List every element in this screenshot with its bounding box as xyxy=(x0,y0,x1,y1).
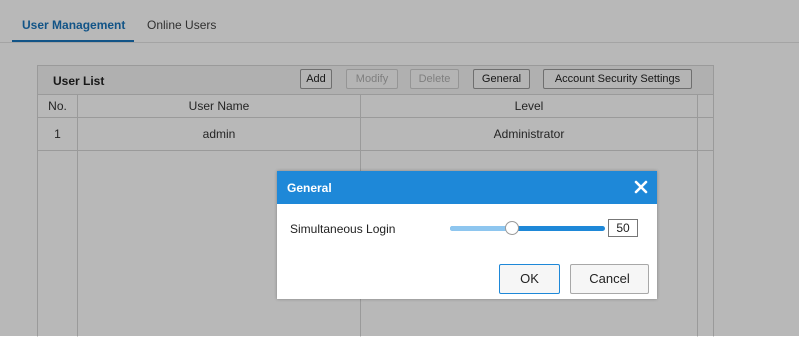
dialog-title: General xyxy=(287,181,332,195)
cancel-button[interactable]: Cancel xyxy=(570,264,649,294)
simultaneous-login-input[interactable] xyxy=(608,219,638,237)
general-dialog: General Simultaneous Login OK Cancel xyxy=(277,171,657,299)
dialog-header: General xyxy=(277,171,657,204)
ok-button[interactable]: OK xyxy=(499,264,560,294)
simultaneous-login-slider[interactable] xyxy=(450,226,605,231)
slider-thumb[interactable] xyxy=(505,221,519,235)
simultaneous-login-label: Simultaneous Login xyxy=(290,222,396,236)
close-icon[interactable] xyxy=(633,179,649,195)
slider-fill xyxy=(450,226,512,231)
